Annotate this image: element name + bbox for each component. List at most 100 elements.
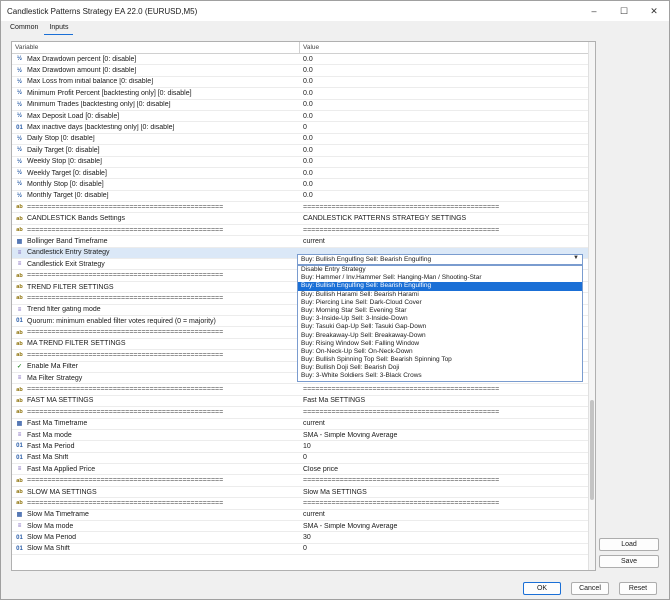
- value-cell[interactable]: Slow Ma SETTINGS: [300, 489, 590, 496]
- value-cell[interactable]: 30: [300, 534, 590, 541]
- value-cell[interactable]: 0: [300, 545, 590, 552]
- column-header-variable[interactable]: Variable: [12, 42, 300, 53]
- dropdown-option[interactable]: Buy: Breakaway-Up Sell: Breakaway-Down: [298, 332, 582, 340]
- dropdown-option[interactable]: Buy: 3-Inside-Up Sell: 3-Inside-Down: [298, 315, 582, 323]
- dropdown-option[interactable]: Disable Entry Strategy: [298, 266, 582, 274]
- vertical-scrollbar[interactable]: [588, 42, 595, 570]
- value-cell[interactable]: ========================================…: [300, 477, 590, 484]
- string-type-icon: ab: [16, 340, 23, 347]
- input-row[interactable]: ▦ Slow Ma Timeframe current: [12, 510, 590, 522]
- input-row[interactable]: ½ Max Deposit Load [0: disable] 0.0: [12, 111, 590, 123]
- value-cell[interactable]: current: [300, 511, 590, 518]
- input-row[interactable]: ½ Minimum Trades [backtesting only] [0: d…: [12, 100, 590, 111]
- value-cell[interactable]: 0.0: [300, 78, 590, 85]
- value-cell[interactable]: SMA - Simple Moving Average: [300, 432, 590, 439]
- value-cell[interactable]: 0.0: [300, 67, 590, 74]
- input-row[interactable]: 01 Slow Ma Shift 0: [12, 544, 590, 556]
- tab-inputs[interactable]: Inputs: [44, 23, 74, 35]
- chevron-down-icon[interactable]: ▼: [573, 255, 579, 261]
- reset-button[interactable]: Reset: [619, 582, 657, 595]
- input-row[interactable]: ½ Weekly Stop [0: disable] 0.0: [12, 157, 590, 168]
- input-row[interactable]: 01 Slow Ma Period 30: [12, 532, 590, 544]
- close-button[interactable]: ✕: [639, 1, 669, 21]
- variable-cell: ab TREND FILTER SETTINGS: [12, 283, 300, 291]
- double-type-icon: ½: [16, 101, 22, 108]
- value-cell[interactable]: SMA - Simple Moving Average: [300, 523, 590, 530]
- entry-strategy-select[interactable]: Buy: Bullish Engulfing Sell: Bearish Eng…: [297, 254, 583, 265]
- dropdown-option[interactable]: Buy: Rising Window Sell: Falling Window: [298, 340, 582, 348]
- dropdown-option[interactable]: Buy: Hammer / Inv.Hammer Sell: Hanging-M…: [298, 274, 582, 282]
- input-row[interactable]: ½ Minimum Profit Percent [backtesting onl…: [12, 88, 590, 100]
- input-row[interactable]: ≡ Fast Ma mode SMA - Simple Moving Average: [12, 430, 590, 442]
- value-cell[interactable]: ========================================…: [300, 227, 590, 234]
- input-row[interactable]: ½ Daily Target [0: disable] 0.0: [12, 145, 590, 157]
- separator-row[interactable]: ab ======================================…: [12, 407, 590, 419]
- input-row[interactable]: ½ Max Loss from initial balance [0: disab…: [12, 77, 590, 89]
- column-header-value[interactable]: Value: [300, 42, 595, 53]
- input-row[interactable]: ab CANDLESTICK Bands Settings CANDLESTICK …: [12, 213, 590, 225]
- value-cell[interactable]: 0.0: [300, 113, 590, 120]
- input-row[interactable]: ab SLOW MA SETTINGS Slow Ma SETTINGS: [12, 487, 590, 499]
- save-button[interactable]: Save: [599, 555, 659, 568]
- input-row[interactable]: ½ Daily Stop [0: disable] 0.0: [12, 134, 590, 146]
- input-row[interactable]: ≡ Fast Ma Applied Price Close price: [12, 464, 590, 476]
- input-row[interactable]: ½ Monthly Target [0: disable] 0.0: [12, 191, 590, 203]
- input-row[interactable]: ½ Max Drawdown amount [0: disable] 0.0: [12, 65, 590, 77]
- dropdown-option[interactable]: Buy: On-Neck-Up Sell: On-Neck-Down: [298, 348, 582, 356]
- dropdown-option[interactable]: Buy: Bullish Engulfing Sell: Bearish Eng…: [298, 282, 582, 291]
- scroll-thumb[interactable]: [590, 400, 594, 500]
- separator-row[interactable]: ab ======================================…: [12, 202, 590, 214]
- value-cell[interactable]: Close price: [300, 466, 590, 473]
- value-cell[interactable]: 0.0: [300, 158, 590, 165]
- input-row[interactable]: ▦ Bollinger Band Timeframe current: [12, 236, 590, 248]
- dropdown-option[interactable]: Buy: Bullish Spinning Top Sell: Bearish …: [298, 356, 582, 364]
- dropdown-option[interactable]: Buy: Piercing Line Sell: Dark-Cloud Cove…: [298, 299, 582, 307]
- input-row[interactable]: ≡ Slow Ma mode SMA - Simple Moving Average: [12, 521, 590, 533]
- minimize-button[interactable]: –: [579, 1, 609, 21]
- load-button[interactable]: Load: [599, 538, 659, 551]
- dropdown-option[interactable]: Buy: 3-White Soldiers Sell: 3-Black Crow…: [298, 372, 582, 380]
- dropdown-option[interactable]: Buy: Bullish Harami Sell: Bearish Harami: [298, 291, 582, 299]
- variable-cell: ½ Minimum Trades [backtesting only] [0: d…: [12, 101, 300, 109]
- maximize-button[interactable]: ☐: [609, 1, 639, 21]
- dropdown-option[interactable]: Buy: Tasuki Gap-Up Sell: Tasuki Gap-Down: [298, 323, 582, 331]
- dropdown-option[interactable]: Buy: Bullish Doji Sell: Bearish Doji: [298, 364, 582, 372]
- value-cell[interactable]: ========================================…: [300, 409, 590, 416]
- value-cell[interactable]: 0.0: [300, 101, 590, 108]
- string-type-icon: ab: [16, 397, 23, 404]
- value-cell[interactable]: current: [300, 420, 590, 427]
- value-cell[interactable]: CANDLESTICK PATTERNS STRATEGY SETTINGS: [300, 215, 590, 222]
- separator-row[interactable]: ab ======================================…: [12, 225, 590, 237]
- tab-common[interactable]: Common: [5, 23, 43, 35]
- input-row[interactable]: ab FAST MA SETTINGS Fast Ma SETTINGS: [12, 396, 590, 408]
- separator-row[interactable]: ab ======================================…: [12, 498, 590, 510]
- value-cell[interactable]: 0.0: [300, 147, 590, 154]
- value-cell[interactable]: 0.0: [300, 90, 590, 97]
- value-cell[interactable]: 0.0: [300, 135, 590, 142]
- value-cell[interactable]: ========================================…: [300, 204, 590, 211]
- variable-cell: 01 Max inactive days [backtesting only] […: [12, 124, 300, 132]
- ok-button[interactable]: OK: [523, 582, 561, 595]
- value-cell[interactable]: 0: [300, 454, 590, 461]
- value-cell[interactable]: 0.0: [300, 192, 590, 199]
- value-cell[interactable]: ========================================…: [300, 500, 590, 507]
- input-row[interactable]: 01 Fast Ma Shift 0: [12, 453, 590, 465]
- input-row[interactable]: 01 Fast Ma Period 10: [12, 441, 590, 453]
- value-cell[interactable]: 0.0: [300, 56, 590, 63]
- input-row[interactable]: ½ Max Drawdown percent [0: disable] 0.0: [12, 54, 590, 66]
- dropdown-option[interactable]: Buy: Morning Star Sell: Evening Star: [298, 307, 582, 315]
- input-row[interactable]: 01 Max inactive days [backtesting only] […: [12, 122, 590, 134]
- value-cell[interactable]: 10: [300, 443, 590, 450]
- value-cell[interactable]: Fast Ma SETTINGS: [300, 397, 590, 404]
- value-cell[interactable]: ========================================…: [300, 386, 590, 393]
- input-row[interactable]: ▦ Fast Ma Timeframe current: [12, 419, 590, 430]
- separator-row[interactable]: ab ======================================…: [12, 384, 590, 396]
- value-cell[interactable]: current: [300, 238, 590, 245]
- input-row[interactable]: ½ Monthly Stop [0: disable] 0.0: [12, 179, 590, 191]
- input-row[interactable]: ½ Weekly Target [0: disable] 0.0: [12, 168, 590, 180]
- value-cell[interactable]: 0.0: [300, 170, 590, 177]
- value-cell[interactable]: 0.0: [300, 181, 590, 188]
- cancel-button[interactable]: Cancel: [571, 582, 609, 595]
- separator-row[interactable]: ab ======================================…: [12, 475, 590, 487]
- value-cell[interactable]: 0: [300, 124, 590, 131]
